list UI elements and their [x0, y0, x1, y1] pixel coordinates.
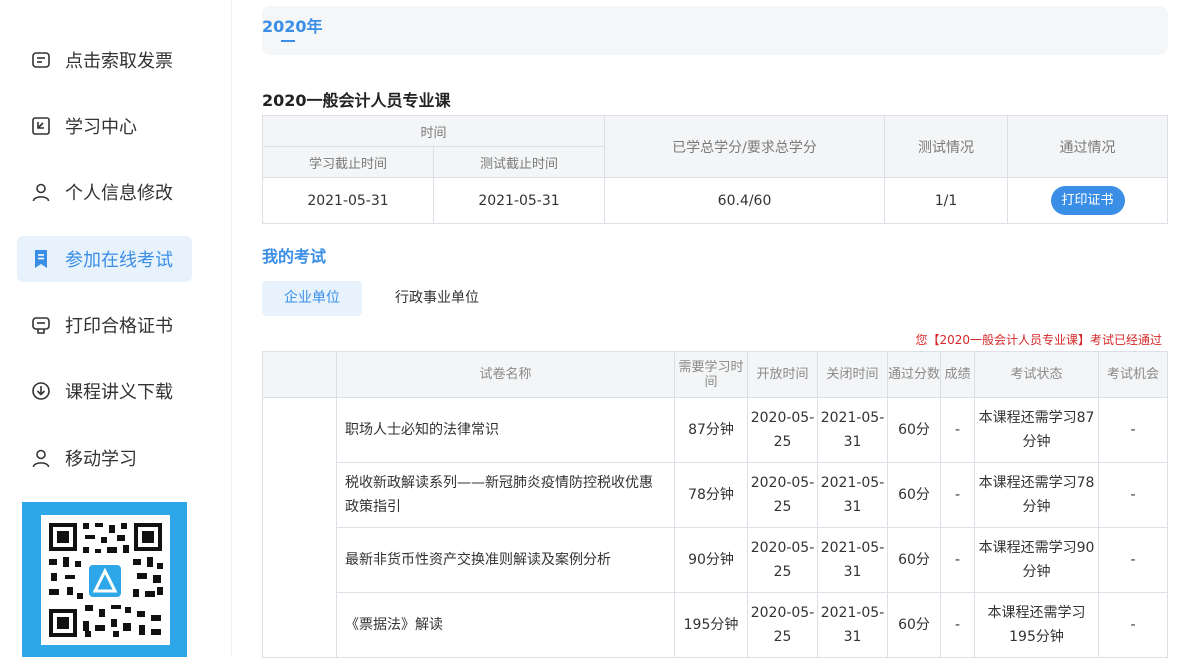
- header-credits: 已学总学分/要求总学分: [604, 115, 886, 178]
- bookmark-icon: [17, 249, 65, 269]
- sidebar-item-label: 点击索取发票: [65, 51, 173, 72]
- paper-name[interactable]: 税收新政解读系列——新冠肺炎疫情防控税收优惠政策指引: [336, 462, 675, 528]
- print-certificate-button[interactable]: 打印证书: [1050, 186, 1125, 215]
- table-row: 职场人士必知的法律常识 87分钟 2020-05-25 2021-05-31 6…: [262, 397, 1168, 658]
- open-time: 2020-05-25: [747, 527, 818, 593]
- pass-score: 60分: [887, 527, 941, 593]
- study-center-icon: [17, 116, 65, 136]
- cell-credits: 60.4/60: [604, 177, 886, 224]
- header-pass-score: 通过分数: [887, 351, 941, 398]
- exam-chance: -: [1098, 397, 1168, 463]
- qr-code-icon: [41, 515, 170, 645]
- tab-public-institution[interactable]: 行政事业单位: [382, 281, 492, 316]
- close-time: 2021-05-31: [817, 592, 888, 658]
- download-icon: [17, 381, 65, 401]
- header-study-deadline: 学习截止时间: [262, 146, 434, 178]
- header-test-status: 测试情况: [884, 115, 1009, 178]
- header-pass-status: 通过情况: [1007, 115, 1169, 178]
- close-time: 2021-05-31: [817, 462, 888, 528]
- study-time: 78分钟: [674, 462, 748, 528]
- category-cell: [262, 397, 337, 658]
- score: -: [940, 397, 975, 463]
- pass-notice: 您【2020一般会计人员专业课】考试已经通过: [915, 333, 1162, 347]
- close-time: 2021-05-31: [817, 397, 888, 463]
- main-content: 2020年 2020一般会计人员专业课 时间 已学总学分/要求总学分 测试情况 …: [231, 0, 1190, 658]
- exam-table: 试卷名称 需要学习时间 开放时间 关闭时间 通过分数 成绩 考试状态 考试机会 …: [262, 351, 1168, 658]
- sidebar: 点击索取发票 学习中心 个人信息修改 参加在线考试 打印合格证书 课程讲义下载: [0, 0, 232, 657]
- score: -: [940, 592, 975, 658]
- paper-name[interactable]: 《票据法》解读: [336, 592, 675, 658]
- header-blank: [262, 351, 337, 398]
- header-test-deadline: 测试截止时间: [432, 146, 606, 178]
- cell-test-deadline: 2021-05-31: [432, 177, 606, 224]
- sidebar-item-print-certificate[interactable]: 打印合格证书: [17, 302, 192, 348]
- active-tab-indicator: [281, 40, 295, 42]
- exam-chance: -: [1098, 462, 1168, 528]
- pass-score: 60分: [887, 462, 941, 528]
- certificate-icon: [17, 315, 65, 335]
- sidebar-item-label: 课程讲义下载: [65, 382, 173, 403]
- exam-status: 本课程还需学习78分钟: [974, 462, 1099, 528]
- open-time: 2020-05-25: [747, 397, 818, 463]
- pass-score: 60分: [887, 397, 941, 463]
- sidebar-item-download[interactable]: 课程讲义下载: [17, 368, 192, 414]
- study-time: 195分钟: [674, 592, 748, 658]
- exam-status: 本课程还需学习87分钟: [974, 397, 1099, 463]
- course-summary-table: 时间 已学总学分/要求总学分 测试情况 通过情况 学习截止时间 测试截止时间 2…: [261, 115, 1169, 224]
- pass-score: 60分: [887, 592, 941, 658]
- sidebar-item-study-center[interactable]: 学习中心: [17, 103, 192, 149]
- qr-code-panel: [22, 502, 187, 657]
- sidebar-item-mobile-learning[interactable]: 移动学习: [17, 435, 192, 481]
- open-time: 2020-05-25: [747, 462, 818, 528]
- cell-test-status: 1/1: [884, 177, 1009, 224]
- paper-name[interactable]: 职场人士必知的法律常识: [336, 397, 675, 463]
- study-time: 90分钟: [674, 527, 748, 593]
- sidebar-item-label: 个人信息修改: [65, 183, 173, 204]
- study-time: 87分钟: [674, 397, 748, 463]
- exam-status: 本课程还需学习90分钟: [974, 527, 1099, 593]
- sidebar-item-invoice[interactable]: 点击索取发票: [17, 37, 192, 83]
- header-exam-status: 考试状态: [974, 351, 1099, 398]
- sidebar-item-profile[interactable]: 个人信息修改: [17, 169, 192, 215]
- cell-study-deadline: 2021-05-31: [262, 177, 434, 224]
- my-exams-heading: 我的考试: [262, 247, 327, 266]
- open-time: 2020-05-25: [747, 592, 818, 658]
- close-time: 2021-05-31: [817, 527, 888, 593]
- exam-chance: -: [1098, 527, 1168, 593]
- user-icon: [17, 448, 65, 468]
- header-open-time: 开放时间: [747, 351, 818, 398]
- header-close-time: 关闭时间: [817, 351, 888, 398]
- score: -: [940, 462, 975, 528]
- score: -: [940, 527, 975, 593]
- exam-chance: -: [1098, 592, 1168, 658]
- header-time: 时间: [261, 115, 606, 147]
- course-title: 2020一般会计人员专业课: [262, 91, 451, 110]
- invoice-icon: [17, 50, 65, 70]
- header-score: 成绩: [940, 351, 975, 398]
- exam-table-header: 试卷名称 需要学习时间 开放时间 关闭时间 通过分数 成绩 考试状态 考试机会: [262, 351, 1168, 398]
- table-row: 税收新政解读系列——新冠肺炎疫情防控税收优惠政策指引 78分钟 2020-05-…: [263, 462, 1168, 528]
- header-study-time: 需要学习时间: [674, 351, 748, 398]
- sidebar-item-label: 移动学习: [65, 449, 137, 470]
- tab-year-2020[interactable]: 2020年: [262, 13, 323, 37]
- table-row: 《票据法》解读 195分钟 2020-05-25 2021-05-31 60分 …: [263, 592, 1168, 658]
- sidebar-item-label: 学习中心: [65, 117, 137, 138]
- sidebar-item-label: 参加在线考试: [65, 250, 173, 271]
- paper-name[interactable]: 最新非货币性资产交换准则解读及案例分析: [336, 527, 675, 593]
- header-paper-name: 试卷名称: [336, 351, 675, 398]
- exam-status: 本课程还需学习195分钟: [974, 592, 1099, 658]
- table-row: 最新非货币性资产交换准则解读及案例分析 90分钟 2020-05-25 2021…: [263, 527, 1168, 593]
- header-exam-chance: 考试机会: [1098, 351, 1168, 398]
- user-icon: [17, 182, 65, 202]
- tab-enterprise[interactable]: 企业单位: [262, 281, 362, 316]
- year-tab-bar: [262, 6, 1168, 55]
- sidebar-item-label: 打印合格证书: [65, 316, 173, 337]
- cell-pass-status: 打印证书: [1007, 177, 1169, 224]
- sidebar-item-online-exam[interactable]: 参加在线考试: [17, 236, 192, 282]
